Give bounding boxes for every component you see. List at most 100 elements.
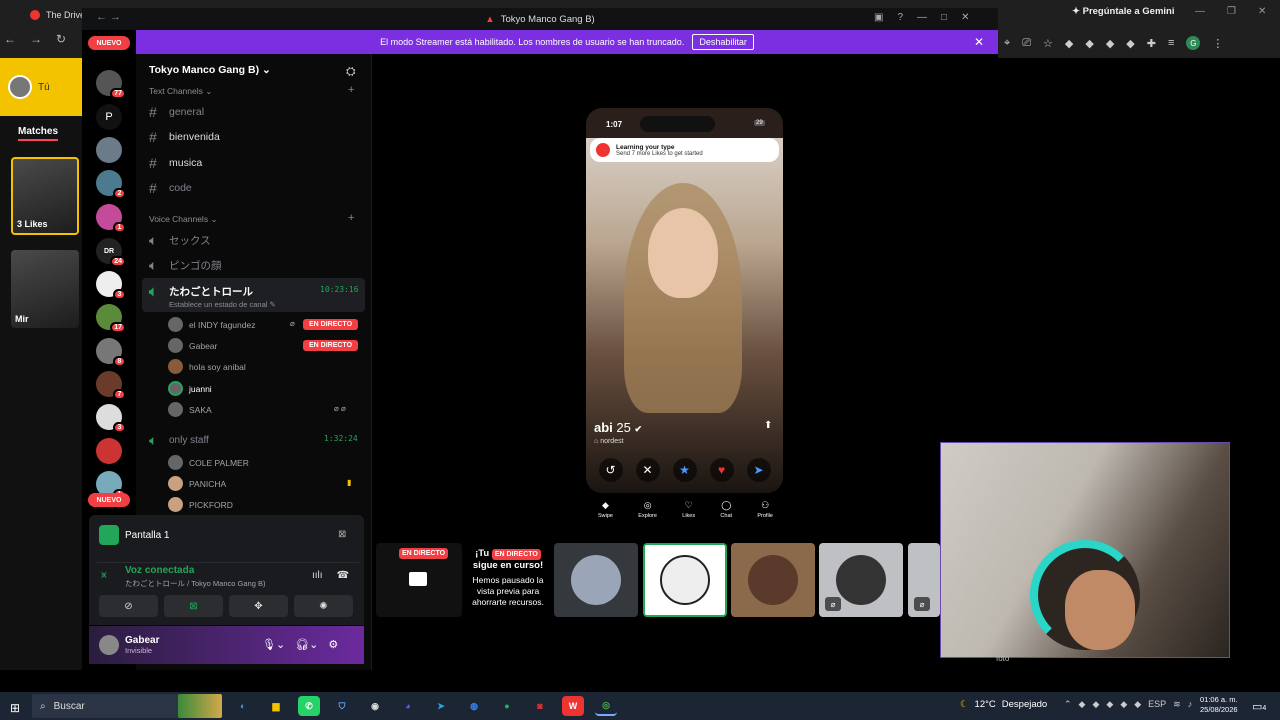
- voice-user[interactable]: PANICHA: [168, 476, 226, 491]
- extension-icon[interactable]: ◆: [1085, 37, 1093, 50]
- voice-connected-sub[interactable]: たわごとトロール / Tokyo Manco Gang B): [125, 578, 265, 589]
- server-icon[interactable]: 1: [96, 204, 126, 233]
- reload-icon[interactable]: ↻: [56, 32, 66, 46]
- tray-app-icon[interactable]: ◆: [1106, 699, 1113, 710]
- voice-channel[interactable]: 🔈︎ セックス: [149, 232, 211, 249]
- server-icon[interactable]: 7: [96, 371, 126, 400]
- gemini-button[interactable]: ✦ Pregúntale a Gemini: [1072, 6, 1174, 17]
- app-icon[interactable]: W: [562, 696, 584, 716]
- voice-user[interactable]: el INDY fagundez: [168, 317, 255, 332]
- add-channel-icon[interactable]: +: [348, 212, 354, 224]
- reading-list-icon[interactable]: ≡: [1168, 37, 1174, 49]
- discord-icon[interactable]: ◕: [397, 696, 419, 716]
- chrome-icon[interactable]: ◎: [595, 696, 617, 716]
- inbox-icon[interactable]: ▣: [874, 12, 883, 23]
- minimize-icon[interactable]: —: [1195, 6, 1205, 17]
- location-icon[interactable]: ⌖: [1004, 37, 1010, 50]
- spotify-icon[interactable]: ●: [496, 696, 518, 716]
- extension-icon[interactable]: ◆: [1065, 37, 1073, 50]
- screen-share-row[interactable]: Pantalla 1: [99, 525, 169, 545]
- weather-widget[interactable]: ☾ 12°C Despejado: [960, 699, 1047, 710]
- participant-tile[interactable]: [731, 543, 815, 617]
- file-explorer-icon[interactable]: ▆: [265, 696, 287, 716]
- app-icon[interactable]: ◉: [364, 696, 386, 716]
- edge-icon[interactable]: ◐: [232, 696, 254, 716]
- windows-start-icon[interactable]: ⊞: [10, 701, 20, 715]
- server-name-dropdown[interactable]: Tokyo Manco Gang B) ⌄: [149, 64, 271, 76]
- star-icon[interactable]: ☆: [1043, 37, 1053, 50]
- profile-avatar[interactable]: G: [1186, 36, 1201, 50]
- help-icon[interactable]: ?: [897, 12, 903, 23]
- gear-icon[interactable]: ⚙: [328, 638, 338, 651]
- server-icon[interactable]: 3: [96, 404, 126, 433]
- server-icon[interactable]: P: [96, 104, 122, 130]
- voice-user[interactable]: Gabear: [168, 338, 217, 353]
- close-icon[interactable]: ✕: [1258, 6, 1266, 17]
- volume-icon[interactable]: ♪: [1188, 699, 1193, 710]
- close-icon[interactable]: ✕: [974, 35, 984, 49]
- tinder-profile-header[interactable]: Tú: [0, 58, 82, 116]
- participant-tile[interactable]: [643, 543, 727, 617]
- maximize-icon[interactable]: □: [941, 12, 947, 23]
- tray-app-icon[interactable]: ◆: [1092, 699, 1099, 710]
- puzzle-icon[interactable]: ✚: [1147, 37, 1156, 50]
- channel-code[interactable]: # code: [149, 180, 192, 196]
- server-icon[interactable]: [96, 137, 122, 163]
- voice-category[interactable]: Voice Channels ⌄: [149, 214, 218, 225]
- server-icon[interactable]: 3: [96, 271, 126, 300]
- tray-app-icon[interactable]: ◆: [1120, 699, 1127, 710]
- back-arrow-icon[interactable]: ←: [4, 32, 16, 46]
- disconnect-icon[interactable]: ☎: [337, 570, 349, 581]
- extension-icon[interactable]: ◆: [1126, 37, 1134, 50]
- add-channel-icon[interactable]: +: [348, 84, 354, 96]
- server-icon[interactable]: DR 24: [96, 238, 126, 267]
- signal-icon[interactable]: ⩙: [101, 570, 107, 581]
- microphone-icon[interactable]: 🎙︎⌄: [262, 638, 285, 651]
- extension-icon[interactable]: ◆: [1106, 37, 1114, 50]
- voice-user[interactable]: hola soy anibal: [168, 359, 246, 374]
- server-icon[interactable]: [96, 438, 122, 464]
- close-icon[interactable]: ✕: [961, 12, 969, 23]
- soundboard-button[interactable]: ✺: [294, 595, 353, 617]
- tray-app-icon[interactable]: ◆: [1134, 699, 1141, 710]
- participant-tile[interactable]: ⌀: [819, 543, 903, 617]
- forward-arrow-icon[interactable]: →: [30, 32, 42, 46]
- lang-label[interactable]: ESP: [1148, 699, 1166, 710]
- channel-status[interactable]: Establece un estado de canal ✎: [169, 300, 276, 309]
- text-category[interactable]: Text Channels ⌄: [149, 86, 212, 97]
- voice-user[interactable]: juanni: [168, 381, 212, 396]
- match-card[interactable]: Mir: [11, 250, 79, 328]
- voice-connected-label[interactable]: Voz conectada: [125, 565, 194, 576]
- telegram-icon[interactable]: ➤: [430, 696, 452, 716]
- menu-icon[interactable]: ⋮: [1212, 37, 1223, 50]
- voice-user[interactable]: SAKA: [168, 402, 212, 417]
- wifi-icon[interactable]: ≋: [1173, 699, 1181, 710]
- voice-channel-staff[interactable]: 🔈︎ only staff: [149, 432, 209, 449]
- minimize-icon[interactable]: —: [917, 12, 927, 23]
- camera-off-button[interactable]: ⊘: [99, 595, 158, 617]
- server-icon[interactable]: 17: [96, 304, 126, 333]
- channel-general[interactable]: # general: [149, 104, 204, 120]
- tab-matches[interactable]: Matches: [18, 126, 59, 141]
- whatsapp-icon[interactable]: ✆: [298, 696, 320, 716]
- notification-icon[interactable]: ▭4: [1252, 700, 1266, 713]
- match-card[interactable]: 3 Likes: [11, 157, 79, 235]
- activities-button[interactable]: ✥: [229, 595, 288, 617]
- cast-icon[interactable]: ⎚: [1022, 37, 1031, 50]
- channel-musica[interactable]: # musica: [149, 155, 202, 171]
- noise-suppression-icon[interactable]: ıılı: [312, 570, 323, 581]
- shield-icon[interactable]: ⛉: [331, 696, 353, 716]
- app-icon[interactable]: ◍: [463, 696, 485, 716]
- server-icon[interactable]: 77: [96, 70, 126, 99]
- channel-bienvenida[interactable]: # bienvenida: [149, 129, 220, 145]
- headphones-icon[interactable]: 🎧︎⌄: [295, 638, 318, 651]
- taskbar-clock[interactable]: 01:06 a. m. 25/08/2026: [1200, 695, 1238, 715]
- taskbar-search[interactable]: ⌕ Buscar: [32, 694, 222, 718]
- restore-icon[interactable]: ❐: [1227, 6, 1236, 17]
- voice-user[interactable]: COLE PALMER: [168, 455, 249, 470]
- stop-stream-icon[interactable]: ⊠: [338, 529, 346, 540]
- participant-tile[interactable]: [554, 543, 638, 617]
- add-user-icon[interactable]: ⛭: [346, 64, 356, 79]
- voice-user[interactable]: PICKFORD: [168, 497, 233, 512]
- server-icon[interactable]: 2: [96, 170, 126, 199]
